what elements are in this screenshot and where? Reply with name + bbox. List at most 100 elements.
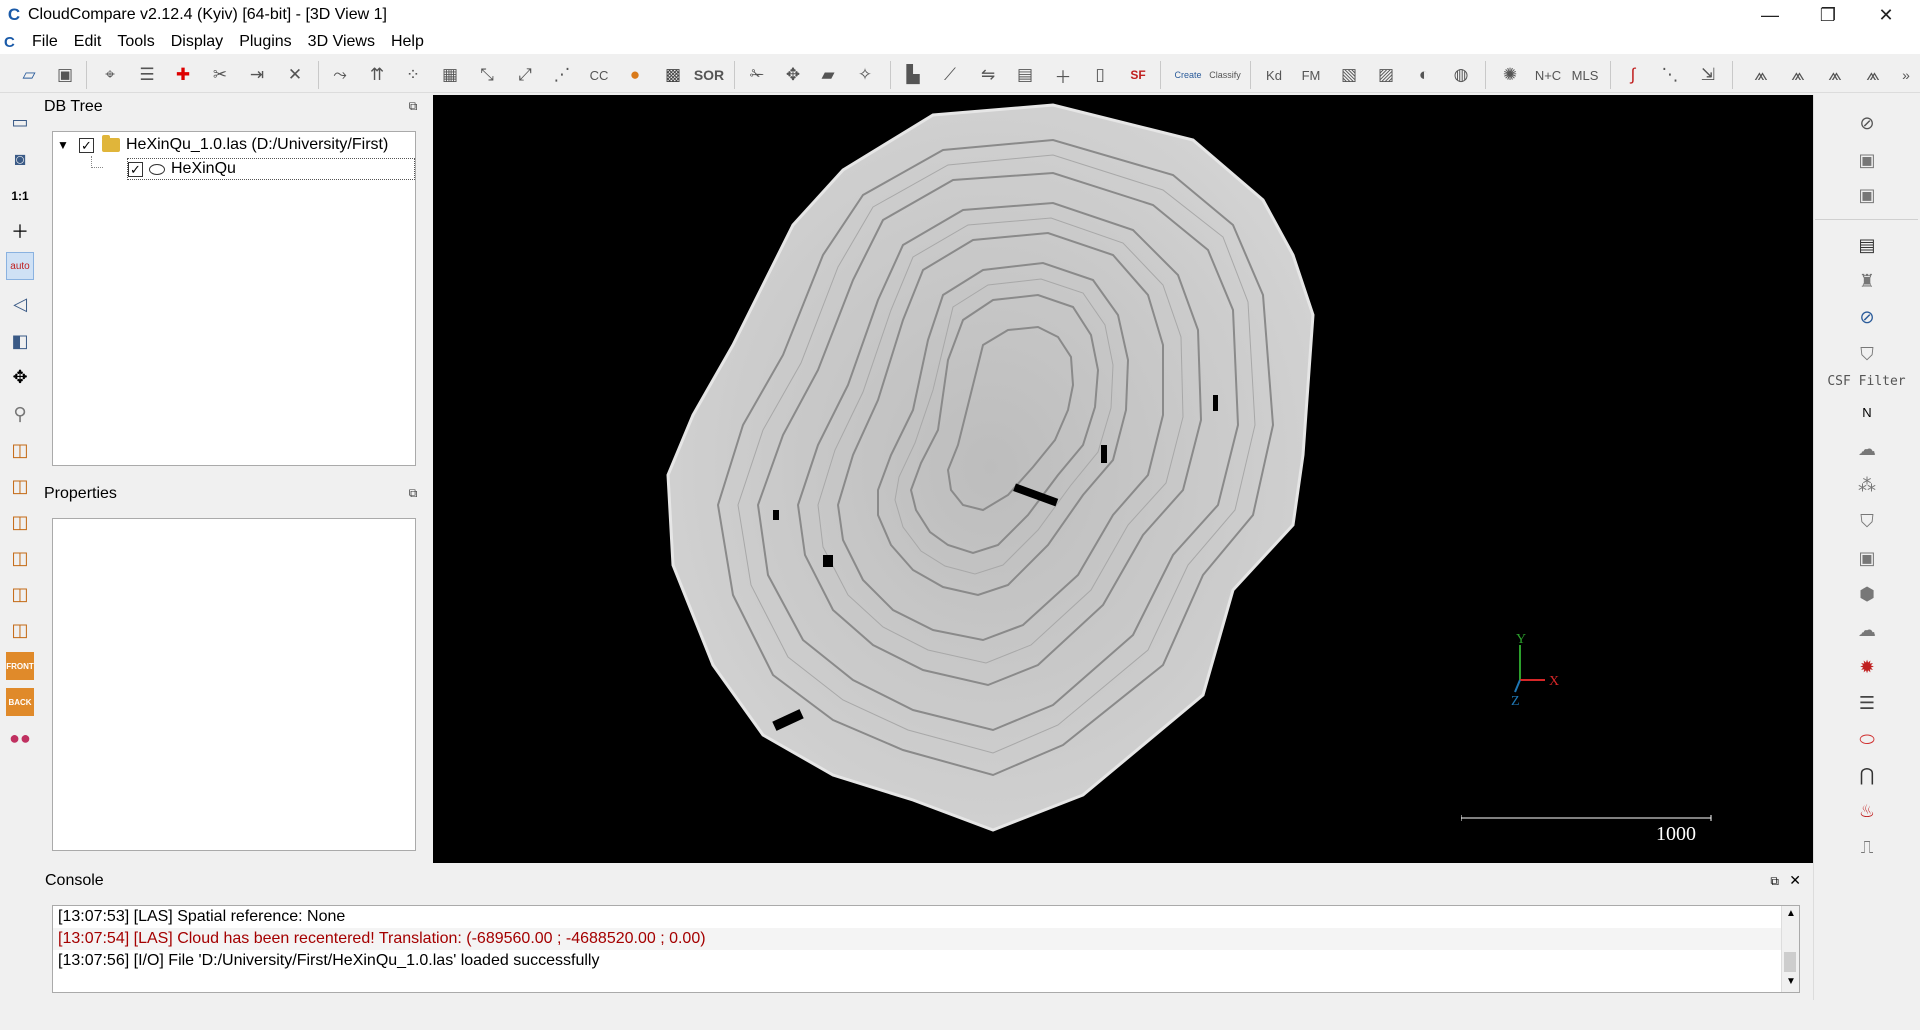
pan-icon[interactable]: ✥ bbox=[6, 363, 34, 391]
scroll-up-icon[interactable]: ▲ bbox=[1786, 908, 1796, 919]
registration-icon[interactable]: ⤡ bbox=[474, 62, 500, 88]
ransac-icon[interactable]: ⋱ bbox=[1657, 62, 1683, 88]
tree-item-cloud[interactable]: ✓ HeXinQu bbox=[127, 158, 415, 180]
edl-icon[interactable]: ▣ bbox=[1853, 146, 1881, 174]
undock-icon[interactable]: ⧉ bbox=[406, 99, 420, 113]
facets-icon[interactable]: ⇲ bbox=[1695, 62, 1721, 88]
pcl-icon[interactable]: ⛉ bbox=[1853, 507, 1881, 535]
csf-filter-icon[interactable]: ⛉ bbox=[1853, 340, 1881, 368]
close-icon[interactable]: ✕ bbox=[1789, 872, 1801, 889]
pivot-icon[interactable]: ＋ bbox=[6, 217, 34, 245]
plane-icon[interactable]: ▰ bbox=[815, 62, 841, 88]
merge-icon[interactable]: ▦ bbox=[437, 62, 463, 88]
sample-points-icon[interactable]: ⁘ bbox=[400, 62, 426, 88]
translate-rotate-icon[interactable]: ✚ bbox=[170, 62, 196, 88]
globe-icon[interactable]: ◍ bbox=[1448, 62, 1474, 88]
pcv-icon[interactable]: ▧ bbox=[1336, 62, 1362, 88]
view-right-icon[interactable]: ◫ bbox=[6, 580, 34, 608]
sor-filter-button[interactable]: SOR bbox=[694, 62, 724, 88]
hpr-icon[interactable]: ☁ bbox=[1853, 435, 1881, 463]
ransac-plugin-icon[interactable]: ☁ bbox=[1853, 616, 1881, 644]
shade-icon[interactable]: ◐ bbox=[1411, 62, 1437, 88]
view-top-icon[interactable]: ◫ bbox=[6, 436, 34, 464]
menu-file[interactable]: File bbox=[24, 33, 66, 51]
wand-icon[interactable]: ✧ bbox=[852, 62, 878, 88]
view-iso1-icon[interactable]: ⩕ bbox=[1748, 62, 1774, 88]
menu-display[interactable]: Display bbox=[163, 33, 231, 51]
layers-icon[interactable]: ☰ bbox=[1853, 689, 1881, 717]
maximize-button[interactable]: ❐ bbox=[1800, 0, 1856, 30]
distance-icon[interactable]: ⋰ bbox=[549, 62, 575, 88]
tree-item-file[interactable]: ▼ ✓ HeXinQu_1.0.las (D:/University/First… bbox=[57, 134, 388, 156]
fast-marching-button[interactable]: FM bbox=[1298, 62, 1324, 88]
connected-components-button[interactable]: CC bbox=[586, 62, 612, 88]
view-iso2-icon[interactable]: ⩕ bbox=[1785, 62, 1811, 88]
pcv-plugin-icon[interactable]: ▣ bbox=[1853, 544, 1881, 572]
camera-icon[interactable]: ◙ bbox=[6, 145, 34, 173]
animation-icon[interactable]: ▤ bbox=[1853, 231, 1881, 259]
canupo-create-button[interactable]: Create bbox=[1175, 62, 1202, 88]
view-front-iso-button[interactable]: FRONT bbox=[6, 652, 34, 680]
menu-edit[interactable]: Edit bbox=[66, 33, 110, 51]
ssao-icon[interactable]: ▨ bbox=[1373, 62, 1399, 88]
console-scrollbar[interactable]: ▲ ▼ bbox=[1781, 906, 1799, 992]
subsample-icon[interactable]: ⤳ bbox=[327, 62, 353, 88]
view-left-icon[interactable]: ◫ bbox=[6, 508, 34, 536]
checkerboard-icon[interactable]: ▩ bbox=[660, 62, 686, 88]
view-bottom-icon[interactable]: ◫ bbox=[6, 616, 34, 644]
cork-icon[interactable]: ♜ bbox=[1853, 267, 1881, 295]
fire-icon[interactable]: ♨ bbox=[1853, 797, 1881, 825]
cross-section-icon[interactable]: ✁ bbox=[744, 62, 770, 88]
align-icon[interactable]: ⤢ bbox=[512, 62, 538, 88]
stereo-icon[interactable]: ●● bbox=[6, 724, 34, 752]
add-sf-icon[interactable]: ＋ bbox=[1050, 62, 1076, 88]
view-back-iso-button[interactable]: BACK bbox=[6, 688, 34, 716]
segment-icon[interactable]: ✂ bbox=[207, 62, 233, 88]
kd-tree-button[interactable]: Kd bbox=[1261, 62, 1287, 88]
m3c2-icon[interactable]: ⁂ bbox=[1853, 471, 1881, 499]
normals-icon[interactable]: ⇈ bbox=[364, 62, 390, 88]
menu-plugins[interactable]: Plugins bbox=[231, 33, 299, 51]
canupo-classify-button[interactable]: Classify bbox=[1209, 62, 1241, 88]
menu-help[interactable]: Help bbox=[383, 33, 432, 51]
ruler-icon[interactable]: ⎍ bbox=[1853, 833, 1881, 861]
ssao-shader-icon[interactable]: ▣ bbox=[1853, 181, 1881, 209]
point-picking-icon[interactable]: ⌖ bbox=[97, 62, 123, 88]
scroll-thumb[interactable] bbox=[1784, 952, 1796, 972]
normals-compute-button[interactable]: N+C bbox=[1535, 62, 1561, 88]
view-back-icon[interactable]: ◫ bbox=[6, 544, 34, 572]
compass-plugin-icon[interactable]: ⊘ bbox=[1853, 303, 1881, 331]
point-density-icon[interactable]: ✹ bbox=[1853, 653, 1881, 681]
open-icon[interactable]: ▱ bbox=[16, 62, 42, 88]
tunnel-icon[interactable]: ⋂ bbox=[1853, 761, 1881, 789]
menu-tools[interactable]: Tools bbox=[109, 33, 162, 51]
ortho-icon[interactable]: ◧ bbox=[6, 327, 34, 355]
undock-icon[interactable]: ⧉ bbox=[1770, 874, 1779, 889]
poisson-icon[interactable]: ✺ bbox=[1497, 62, 1523, 88]
save-icon[interactable]: ▣ bbox=[52, 62, 78, 88]
view-iso3-icon[interactable]: ⩕ bbox=[1822, 62, 1848, 88]
poisson-recon-icon[interactable]: ⬢ bbox=[1853, 580, 1881, 608]
disable-icon[interactable]: ⊘ bbox=[1853, 109, 1881, 137]
rotation-icon[interactable]: ◁ bbox=[6, 290, 34, 318]
tree-checkbox-file[interactable]: ✓ bbox=[79, 137, 94, 153]
sf-calculator-icon[interactable]: ▯ bbox=[1087, 62, 1113, 88]
close-button[interactable]: ✕ bbox=[1858, 0, 1914, 30]
ellipse-icon[interactable]: ⬭ bbox=[1853, 725, 1881, 753]
menu-3d-views[interactable]: 3D Views bbox=[300, 33, 383, 51]
tree-checkbox-cloud[interactable]: ✓ bbox=[128, 161, 143, 177]
sf-filter-icon[interactable]: ⇋ bbox=[975, 62, 1001, 88]
transform-icon[interactable]: ✥ bbox=[780, 62, 806, 88]
sf-gradient-icon[interactable]: ⟋ bbox=[937, 62, 963, 88]
histogram-icon[interactable]: ▙ bbox=[900, 62, 926, 88]
sf-arithmetic-icon[interactable]: ▤ bbox=[1012, 62, 1038, 88]
clone-icon[interactable]: ⇥ bbox=[244, 62, 270, 88]
auto-pivot-button[interactable]: auto bbox=[6, 252, 34, 280]
display-settings-icon[interactable]: ▭ bbox=[6, 108, 34, 136]
compass-icon[interactable]: ∫ bbox=[1620, 62, 1646, 88]
zoom-icon[interactable]: ⚲ bbox=[6, 400, 34, 428]
3d-view[interactable]: Y X Z 1000 bbox=[433, 95, 1813, 863]
undock-icon[interactable]: ⧉ bbox=[406, 486, 420, 500]
scroll-down-icon[interactable]: ▼ bbox=[1786, 976, 1796, 987]
expand-arrow-icon[interactable]: ▼ bbox=[57, 138, 71, 152]
